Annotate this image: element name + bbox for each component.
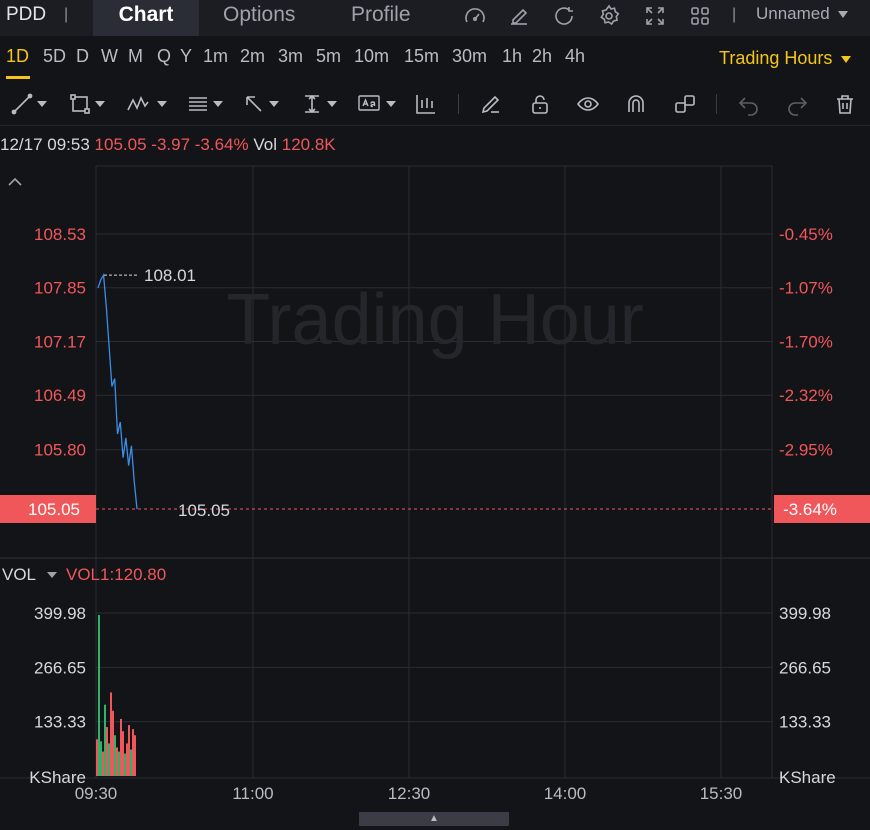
price-tick-label: 107.85 — [34, 279, 86, 298]
price-line — [97, 273, 138, 510]
volume-bar — [98, 615, 100, 776]
pct-tick-label: -2.32% — [779, 386, 833, 405]
watermark-text: Trading Hour — [226, 280, 644, 360]
volume-bar — [116, 747, 118, 776]
vol-unit-label-right: KShare — [779, 768, 836, 787]
volume-bar — [130, 749, 132, 776]
time-tick-label: 15:30 — [700, 784, 743, 803]
time-tick-label: 12:30 — [388, 784, 431, 803]
pct-tick-label: -1.70% — [779, 332, 833, 351]
panel-resize-handle[interactable]: ▲ — [359, 812, 509, 826]
pct-tick-label: -2.95% — [779, 441, 833, 460]
price-tick-label: 108.53 — [34, 225, 86, 244]
price-chart[interactable]: 09:30 11:00 12:30 14:00 15:30108.53 -0.45%107… — [0, 0, 870, 812]
volume-bar — [110, 692, 112, 776]
volume-bar — [132, 729, 134, 776]
chevron-up-icon: ▲ — [429, 813, 439, 824]
high-price-label: 108.01 — [144, 266, 196, 285]
volume-bar — [108, 743, 110, 776]
volume-bar — [96, 739, 98, 776]
vol-tick-label-right: 133.33 — [779, 713, 831, 732]
vol-value-label: VOL1:120.80 — [66, 565, 166, 584]
vol-tick-label-right: 399.98 — [779, 604, 831, 623]
vol-tick-label-right: 266.65 — [779, 658, 831, 677]
volume-bar — [112, 710, 114, 776]
volume-bar — [102, 751, 104, 776]
pct-tick-label: -1.07% — [779, 279, 833, 298]
volume-bar — [118, 751, 120, 776]
collapse-chevron-icon — [8, 177, 22, 186]
volume-bar — [128, 725, 130, 776]
volume-bar — [122, 731, 124, 776]
volume-bar — [120, 718, 122, 776]
volume-bar — [106, 727, 108, 776]
volume-bar — [104, 704, 106, 776]
price-tick-label: 107.17 — [34, 332, 86, 351]
vol-tick-label: 399.98 — [34, 604, 86, 623]
price-tick-label: 105.80 — [34, 441, 86, 460]
volume-bar — [100, 741, 102, 776]
volume-bar — [126, 743, 128, 776]
vol-unit-label: KShare — [29, 768, 86, 787]
vol-dropdown-icon — [47, 572, 57, 578]
volume-bar — [124, 753, 126, 776]
time-tick-label: 11:00 — [232, 784, 273, 803]
vol-indicator-name: VOL — [2, 565, 36, 584]
vol-tick-label: 266.65 — [34, 658, 86, 677]
vol-tick-label: 133.33 — [34, 713, 86, 732]
current-pct-tag: -3.64% — [783, 500, 837, 519]
time-tick-label: 14:00 — [544, 784, 587, 803]
price-tick-label: 106.49 — [34, 386, 86, 405]
current-price-tag: 105.05 — [28, 500, 80, 519]
pct-tick-label: -0.45% — [779, 225, 833, 244]
volume-bar — [114, 735, 116, 776]
volume-bar — [134, 735, 136, 776]
last-price-label: 105.05 — [178, 501, 230, 520]
